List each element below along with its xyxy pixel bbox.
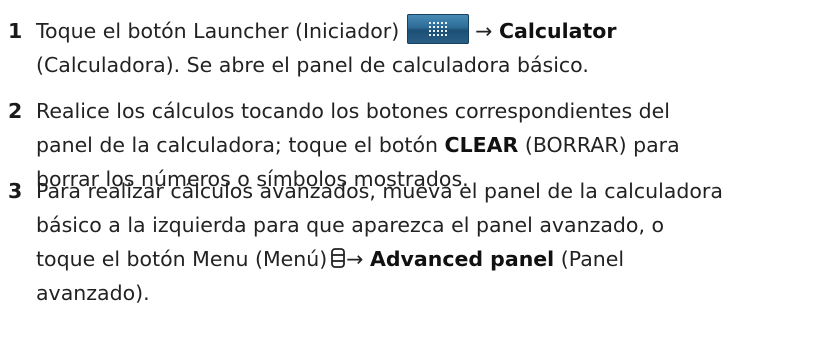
step-line: básico a la izquierda para que aparezca … <box>36 213 665 237</box>
arrow-icon: → <box>346 247 364 271</box>
launcher-grid-icon <box>429 22 448 36</box>
step-text-segment: (Panel <box>560 247 625 271</box>
step-line: Realice los cálculos tocando los botones… <box>36 99 670 123</box>
step-line: (Calculadora). Se abre el panel de calcu… <box>36 53 589 77</box>
step-text-segment: panel de la calculadora; toque el botón <box>36 133 438 157</box>
step-text-segment: Toque el botón Launcher (Iniciador) <box>36 19 400 43</box>
calculator-label: Calculator <box>498 19 617 43</box>
clear-label: CLEAR <box>444 133 519 157</box>
step-line: avanzado). <box>36 281 150 305</box>
arrow-icon: → <box>475 19 493 43</box>
step-line: Para realizar cálculos avanzados, mueva … <box>36 179 723 203</box>
step-number: 3 <box>8 179 23 203</box>
step-line: panel de la calculadora; toque el botón … <box>36 128 836 162</box>
menu-icon <box>331 248 346 268</box>
advanced-panel-label: Advanced panel <box>369 247 555 271</box>
step-text: Para realizar cálculos avanzados, mueva … <box>36 174 836 310</box>
instruction-steps: 1 Toque el botón Launcher (Iniciador) → C… <box>0 0 839 338</box>
step-number: 1 <box>8 19 23 43</box>
launcher-button-icon <box>407 14 470 44</box>
step-line: toque el botón Menu (Menú) → Advanced pan… <box>36 242 836 276</box>
step-text-segment: (BORRAR) para <box>524 133 680 157</box>
step-text: Toque el botón Launcher (Iniciador) → Cal… <box>36 14 836 82</box>
step-number: 2 <box>8 99 23 123</box>
step-text-segment: toque el botón Menu (Menú) <box>36 247 328 271</box>
step-line: Toque el botón Launcher (Iniciador) → Cal… <box>36 14 836 48</box>
